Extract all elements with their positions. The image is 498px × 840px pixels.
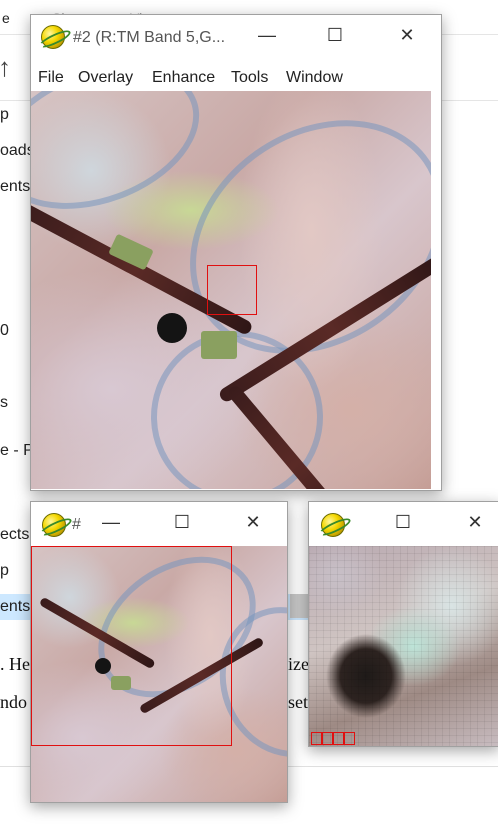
zoom-window-titlebar[interactable]: ☐ ✕: [309, 502, 498, 540]
sidebar-item[interactable]: s: [0, 394, 8, 412]
sidebar-item[interactable]: p: [0, 106, 9, 124]
zoom-indicator-box[interactable]: [344, 732, 355, 745]
image-extent-box[interactable]: [31, 546, 232, 746]
scroll-window[interactable]: # — ☐ ✕: [30, 501, 288, 803]
zoom-selection-box[interactable]: [207, 265, 257, 315]
scroll-window-titlebar[interactable]: # — ☐ ✕: [31, 502, 287, 540]
sidebar-item[interactable]: p: [0, 562, 9, 580]
envi-logo-icon: [41, 25, 65, 49]
maximize-button[interactable]: ☐: [170, 512, 194, 533]
menu-overlay[interactable]: Overlay: [78, 69, 133, 87]
minimize-button[interactable]: —: [255, 25, 279, 46]
sidebar-item[interactable]: 0: [0, 322, 9, 340]
zoom-indicator-box[interactable]: [322, 732, 333, 745]
zoom-indicator-box[interactable]: [333, 732, 344, 745]
close-button[interactable]: ✕: [463, 512, 487, 533]
envi-logo-icon: [321, 513, 345, 537]
background-scrollbar[interactable]: [290, 594, 310, 618]
document-text: ndo: [0, 692, 27, 712]
pond-feature: [157, 313, 187, 343]
menu-window[interactable]: Window: [286, 69, 343, 87]
main-window-title: #2 (R:TM Band 5,G...: [73, 29, 226, 46]
maximize-button[interactable]: ☐: [391, 512, 415, 533]
envi-logo-icon: [42, 513, 66, 537]
pixel-grid: [309, 546, 498, 746]
close-button[interactable]: ✕: [395, 25, 419, 46]
scroll-image-canvas[interactable]: [31, 546, 287, 802]
scroll-window-title: #: [72, 516, 81, 533]
menu-enhance[interactable]: Enhance: [152, 69, 215, 87]
image-display-canvas[interactable]: [31, 91, 431, 489]
maximize-button[interactable]: ☐: [323, 25, 347, 46]
menu-file[interactable]: File: [38, 69, 64, 87]
zoom-window[interactable]: ☐ ✕: [308, 501, 498, 747]
minimize-button[interactable]: —: [99, 512, 123, 533]
document-text: set: [288, 692, 308, 712]
zoom-indicator-box[interactable]: [311, 732, 322, 745]
zoom-image-canvas[interactable]: [309, 546, 498, 746]
document-text: . He: [0, 654, 30, 674]
sidebar-item[interactable]: ents: [0, 598, 30, 616]
field-feature: [201, 331, 237, 359]
main-image-window[interactable]: #2 (R:TM Band 5,G... — ☐ ✕ File Overlay …: [30, 14, 442, 491]
main-window-titlebar[interactable]: #2 (R:TM Band 5,G... — ☐ ✕: [31, 15, 441, 53]
sidebar-item[interactable]: ects: [0, 526, 29, 544]
main-window-menubar: File Overlay Enhance Tools Window: [31, 65, 441, 93]
up-arrow-icon[interactable]: ↑: [0, 52, 11, 83]
sidebar-item[interactable]: ents: [0, 178, 30, 196]
menu-tools[interactable]: Tools: [231, 69, 268, 87]
background-menu-item[interactable]: e: [2, 10, 10, 26]
close-button[interactable]: ✕: [241, 512, 265, 533]
